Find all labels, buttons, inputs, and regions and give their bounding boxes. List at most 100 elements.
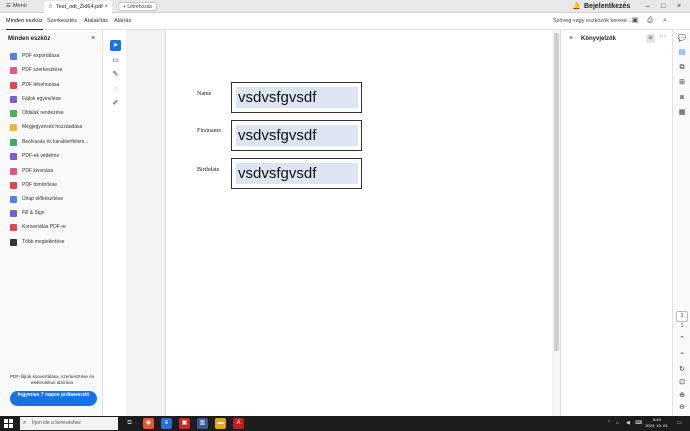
fill-sign-icon — [10, 209, 17, 217]
menu-edit[interactable]: Szerkesztés — [47, 13, 77, 29]
taskbar-clock[interactable]: 8:44 2023. 10. 01. — [642, 417, 672, 429]
menu-sign[interactable]: Aláírás — [114, 13, 131, 29]
tab-bar: ☰ Menü ☆ Test_odt_Zid64.pdf × + Létrehoz… — [0, 0, 690, 13]
print-icon[interactable]: ⎙ — [645, 16, 655, 26]
tool-scan-ocr[interactable]: Beolvasás és karakterfelism... — [10, 137, 88, 147]
firstname-field-value[interactable]: vsdvsfgvsdf — [236, 125, 358, 146]
comments-icon[interactable]: 💬 — [677, 34, 687, 44]
new-tab-label: Létrehozás — [127, 4, 153, 10]
star-icon[interactable]: ☆ — [48, 1, 53, 13]
taskbar-search-input[interactable]: ⌕ Írjon ide a kereséshez — [20, 417, 118, 430]
panel-footer-text: PDF-fájlok konvertálása, szerkesztése és… — [9, 374, 95, 385]
scrollbar-thumb[interactable] — [554, 33, 559, 351]
search-icon[interactable]: ⌕ — [660, 16, 670, 26]
taskbar: ⌕ Írjon ide a kereséshez ⧉ ◉ e ▣ ▥ ▬ A ⌃… — [0, 416, 690, 431]
close-bookmarks-icon[interactable]: × — [569, 35, 573, 42]
notification-icon[interactable]: ▭ — [677, 416, 682, 431]
menu-convert[interactable]: Átalakítás — [84, 13, 108, 29]
tool-label: Fájlok egyesítése — [22, 96, 61, 102]
draw-pen-icon[interactable]: ✎ — [110, 69, 121, 80]
tool-convert-to-pdf[interactable]: Konvertálás PDF-re — [10, 222, 66, 232]
zoom-out-icon[interactable]: ⊖ — [677, 403, 687, 413]
tool-combine-files[interactable]: Fájlok egyesítése — [10, 94, 61, 104]
file-explorer-icon[interactable]: ▬ — [215, 418, 226, 429]
tray-up-arrow-icon[interactable]: ⌃ — [607, 416, 611, 431]
convert-pdf-icon — [10, 223, 17, 231]
tool-organize-pages[interactable]: Oldalak rendezése — [10, 108, 64, 118]
page-number-input[interactable]: 1 — [676, 311, 688, 322]
more-options-icon[interactable]: ··· — [659, 33, 666, 40]
tool-label: Űrlap előkészítése — [22, 196, 64, 202]
tool-edit-pdf[interactable]: PDF szerkesztése — [10, 65, 63, 75]
firefox-icon[interactable]: ◉ — [143, 418, 154, 429]
minimize-icon[interactable]: – — [646, 0, 650, 13]
tool-see-more[interactable]: Több megtekintése — [10, 237, 65, 247]
rotate-icon[interactable]: ↻ — [677, 365, 687, 375]
tool-add-comments[interactable]: Megjegyzések hozzáadása — [10, 122, 82, 132]
app-icon-red[interactable]: ▣ — [179, 418, 190, 429]
maximize-icon[interactable]: □ — [661, 0, 665, 13]
plus-icon: + — [123, 4, 126, 10]
edge-icon[interactable]: e — [161, 418, 172, 429]
tool-compress-pdf[interactable]: PDF tömörítése — [10, 180, 57, 190]
chevron-up-icon[interactable]: ⌃ — [677, 335, 687, 345]
lasso-icon[interactable]: ◌ — [110, 84, 121, 95]
close-tab-icon[interactable]: × — [104, 1, 108, 13]
create-pdf-icon — [10, 81, 17, 89]
tool-create-pdf[interactable]: PDF létrehozása — [10, 80, 59, 90]
add-comment-icon[interactable]: ▭ — [110, 55, 121, 66]
free-trial-button[interactable]: Ingyenes 7 napos próbaverzió — [10, 391, 97, 406]
tool-protect-pdf[interactable]: PDF-ek védelme — [10, 151, 59, 161]
bookmarks-icon[interactable]: ▤ — [677, 48, 687, 58]
tool-prepare-form[interactable]: Űrlap előkészítése — [10, 194, 63, 204]
close-panel-icon[interactable]: × — [91, 35, 95, 42]
document-scrollbar[interactable] — [553, 30, 560, 416]
name-field[interactable]: vsdvsfgvsdf — [231, 82, 362, 113]
tool-export-pdf[interactable]: PDF exportálása — [10, 51, 59, 61]
layers-icon[interactable]: ▦ — [677, 108, 687, 118]
attachment-icon[interactable]: ⧈ — [677, 93, 687, 103]
windows-start-icon[interactable] — [4, 419, 13, 428]
tool-label: PDF létrehozása — [22, 82, 60, 88]
edit-pdf-icon — [10, 66, 17, 74]
tab-document[interactable]: ☆ Test_odt_Zid64.pdf × — [44, 1, 112, 13]
close-window-icon[interactable]: × — [677, 0, 681, 13]
chevron-down-icon[interactable]: ⌄ — [677, 348, 687, 358]
right-icon-rail: 💬 ▤ ⧉ ⊞ ⧈ ▦ 1 1 ⌃ ⌄ ↻ ⊡ ⊕ ⊖ — [672, 30, 690, 416]
redact-pdf-icon — [10, 167, 17, 175]
search-icon: ⌕ — [23, 420, 27, 426]
birthdate-field[interactable]: vsdvsfgvsdf — [231, 158, 362, 189]
save-icon[interactable]: ▣ — [630, 16, 640, 26]
copy-icon[interactable]: ⧉ — [677, 63, 687, 73]
add-text-icon[interactable]: ✐ — [110, 98, 121, 109]
tool-fill-sign[interactable]: Fill & Sign — [10, 208, 45, 218]
new-tab-button[interactable]: + Létrehozás — [118, 2, 158, 11]
signin-button[interactable]: Bejelentkezés — [584, 0, 630, 13]
acrobat-icon[interactable]: A — [233, 418, 244, 429]
app-toolbar: Minden eszköz Szerkesztés Átalakítás Alá… — [0, 13, 690, 30]
menu-all-tools[interactable]: Minden eszköz — [6, 13, 43, 30]
tool-redact-pdf[interactable]: PDF kivonása — [10, 166, 53, 176]
tab-document-title: Test_odt_Zid64.pdf — [55, 4, 103, 10]
add-bookmark-icon[interactable]: ⊞ — [646, 34, 655, 43]
network-icon[interactable]: ⌂ — [616, 416, 619, 431]
firstname-field[interactable]: vsdvsfgvsdf — [231, 120, 362, 151]
bookmarks-panel: × Könyvjelzők ⊞ ··· — [560, 30, 672, 416]
volume-icon[interactable]: ◀ — [626, 416, 630, 431]
tool-label: Megjegyzések hozzáadása — [22, 124, 83, 130]
field-label-birthdate: Birthdate — [197, 167, 220, 173]
fit-page-icon[interactable]: ⊡ — [677, 378, 687, 388]
birthdate-field-value[interactable]: vsdvsfgvsdf — [236, 163, 358, 184]
tool-label: PDF kivonása — [22, 168, 54, 174]
menu-button[interactable]: ☰ Menü — [2, 1, 31, 12]
task-view-icon[interactable]: ⧉ — [124, 418, 135, 429]
grid-icon[interactable]: ⊞ — [677, 78, 687, 88]
hamburger-icon: ☰ — [6, 3, 11, 9]
bell-icon[interactable]: 🔔 — [572, 2, 581, 10]
protect-pdf-icon — [10, 152, 17, 160]
name-field-value[interactable]: vsdvsfgvsdf — [236, 87, 358, 108]
app-icon-blue[interactable]: ▥ — [197, 418, 208, 429]
select-cursor-icon[interactable]: ➤ — [110, 40, 121, 51]
zoom-in-icon[interactable]: ⊕ — [677, 391, 687, 401]
tool-search-input[interactable]: Szöveg vagy eszközök keresé... — [553, 13, 632, 29]
